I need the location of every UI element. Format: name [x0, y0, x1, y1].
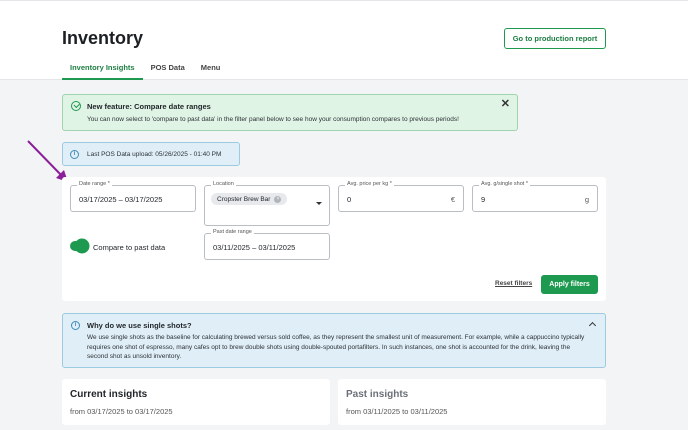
past-date-range-field[interactable]: Past date range 03/11/2025 – 03/11/2025	[204, 229, 330, 260]
avg-shot-field[interactable]: Avg. g/single shot * 9 g	[472, 181, 598, 212]
chevron-down-icon[interactable]	[316, 202, 322, 205]
banner-title: New feature: Compare date ranges	[87, 102, 211, 111]
pos-upload-text: Last POS Data upload: 05/26/2025 - 01:40…	[87, 151, 222, 158]
avg-price-value: 0	[347, 195, 352, 204]
date-range-label: Date range *	[77, 181, 112, 187]
date-range-field[interactable]: Date range * 03/17/2025 – 03/17/2025	[70, 181, 196, 212]
location-select[interactable]: Location Cropster Brew Bar ×	[204, 181, 330, 226]
avg-shot-label: Avg. g/single shot *	[479, 181, 530, 187]
apply-filters-button[interactable]: Apply filters	[541, 275, 598, 294]
page-title: Inventory	[62, 28, 144, 48]
location-label: Location	[211, 181, 236, 187]
tab-inventory-insights[interactable]: Inventory Insights	[62, 61, 143, 80]
single-shot-info-panel: i Why do we use single shots? We use sin…	[62, 313, 606, 368]
tab-pos-data[interactable]: POS Data	[143, 61, 193, 80]
banner-body: You can now select to 'compare to past d…	[87, 116, 459, 123]
production-report-button[interactable]: Go to production report	[504, 28, 606, 49]
gram-suffix: g	[584, 195, 589, 204]
current-insights-card: Current insights from 03/17/2025 to 03/1…	[62, 379, 330, 425]
chevron-up-icon[interactable]	[588, 321, 597, 330]
single-shot-body: We use single shots as the baseline for …	[87, 334, 585, 360]
check-circle-icon	[71, 101, 81, 111]
current-insights-range: from 03/17/2025 to 03/17/2025	[70, 407, 173, 416]
past-insights-range: from 03/11/2025 to 03/11/2025	[346, 407, 448, 416]
tab-menu[interactable]: Menu	[193, 61, 229, 80]
info-icon: i	[71, 321, 80, 330]
past-date-range-value: 03/11/2025 – 03/11/2025	[213, 243, 296, 252]
past-insights-title: Past insights	[346, 389, 409, 400]
past-date-range-label: Past date range	[211, 229, 254, 235]
date-range-value: 03/17/2025 – 03/17/2025	[79, 195, 163, 204]
reset-filters-link[interactable]: Reset filters	[495, 280, 532, 287]
tab-bar: Inventory Insights POS Data Menu	[62, 61, 228, 80]
close-icon[interactable]: ✕	[501, 99, 510, 110]
single-shot-title: Why do we use single shots?	[87, 321, 192, 330]
location-chip[interactable]: Cropster Brew Bar ×	[211, 193, 288, 205]
feature-banner: New feature: Compare date ranges You can…	[62, 94, 518, 131]
location-chip-label: Cropster Brew Bar	[217, 195, 271, 203]
euro-suffix: €	[450, 195, 455, 204]
current-insights-title: Current insights	[70, 389, 148, 400]
compare-toggle-label: Compare to past data	[93, 243, 166, 252]
pos-upload-notice: i Last POS Data upload: 05/26/2025 - 01:…	[62, 142, 240, 166]
remove-chip-icon[interactable]: ×	[274, 195, 282, 203]
avg-shot-value: 9	[481, 195, 486, 204]
avg-price-label: Avg. price per kg *	[345, 181, 394, 187]
filter-panel: Date range * 03/17/2025 – 03/17/2025 Loc…	[62, 177, 606, 301]
avg-price-field[interactable]: Avg. price per kg * 0 €	[338, 181, 464, 212]
past-insights-card: Past insights from 03/11/2025 to 03/11/2…	[338, 379, 606, 425]
compare-toggle[interactable]	[70, 240, 88, 252]
